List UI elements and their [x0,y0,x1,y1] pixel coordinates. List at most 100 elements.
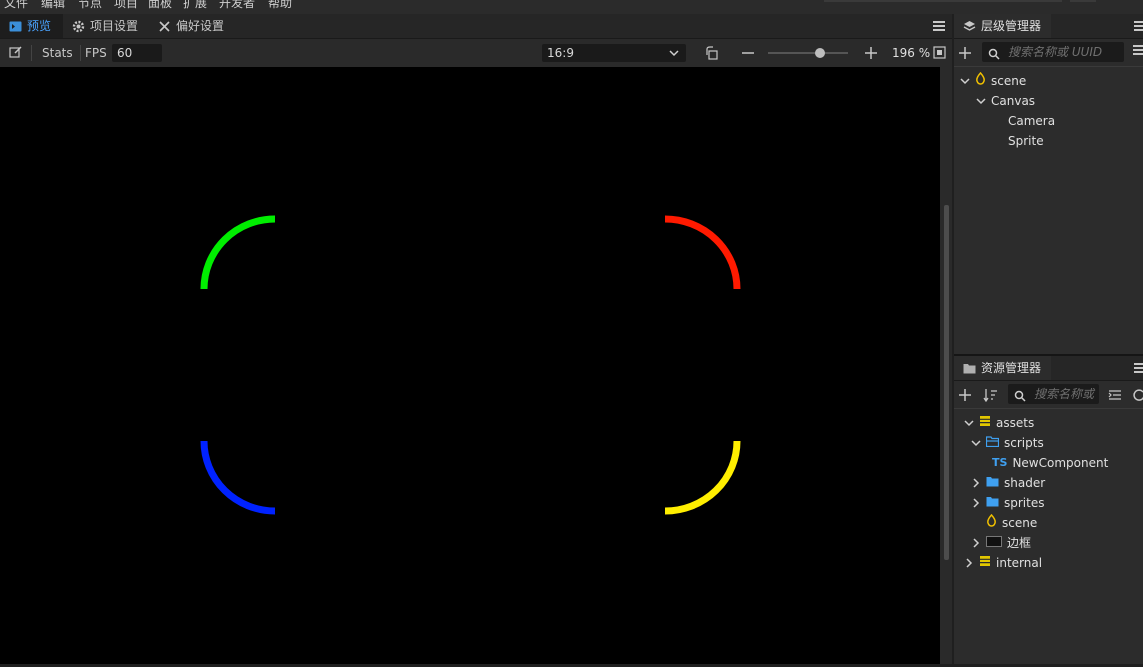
chevron-right-icon[interactable] [971,478,981,488]
zoom-value: 196 % [892,46,931,60]
preview-tab-bar: 预览 项目设置 偏好设置 [0,14,952,39]
zoom-in-icon[interactable] [864,46,878,63]
zoom-out-icon[interactable] [741,46,755,63]
fit-screen-icon[interactable] [933,46,946,62]
menu-help[interactable]: 帮助 [268,0,292,11]
menu-extension[interactable]: 扩展 [183,0,207,11]
add-asset-icon[interactable] [958,388,972,405]
database-icon [979,553,991,573]
image-asset-icon [986,533,1002,553]
toolbar-divider [80,45,81,61]
asset-node-assets[interactable]: assets [964,413,1034,433]
rainbow-border-sprite [200,215,741,515]
asset-node-border[interactable]: 边框 [971,533,1031,553]
asset-node-label: shader [1004,476,1046,490]
tree-node-label: scene [991,74,1027,88]
window-controls [824,0,1062,2]
tab-preview[interactable]: 预览 [0,14,63,38]
chevron-down-icon[interactable] [976,96,986,106]
asset-node-shader[interactable]: shader [971,473,1045,493]
asset-node-internal[interactable]: internal [964,553,1042,573]
asset-node-scripts[interactable]: scripts [971,433,1044,453]
hierarchy-options-icon[interactable] [1133,45,1143,55]
search-icon [988,46,1000,60]
aspect-ratio-select[interactable]: 16:9 [542,44,686,62]
asset-node-newcomponent[interactable]: TS NewComponent [992,453,1108,473]
aspect-ratio-value: 16:9 [547,46,574,60]
chevron-down-icon[interactable] [971,438,981,448]
chevron-right-icon[interactable] [971,538,981,548]
menu-file[interactable]: 文件 [4,0,28,11]
menu-edit[interactable]: 编辑 [41,0,65,11]
toolbar-divider [31,45,32,61]
zoom-slider-thumb[interactable] [815,48,825,58]
database-icon [979,413,991,433]
preview-viewport[interactable] [0,67,940,664]
tools-icon [157,19,171,33]
tree-node-sprite[interactable]: Sprite [1008,131,1044,151]
folder-icon [986,493,999,513]
viewport-scrollbar-thumb[interactable] [944,205,949,560]
tab-hierarchy[interactable]: 层级管理器 [954,14,1051,38]
refresh-icon[interactable] [1133,388,1143,405]
chevron-down-icon[interactable] [964,418,974,428]
asset-node-label: scripts [1004,436,1044,450]
asset-node-label: scene [1002,516,1038,530]
gear-icon [71,19,85,33]
rotate-icon[interactable] [705,46,719,63]
collapse-all-icon[interactable] [1108,388,1122,405]
asset-node-label: NewComponent [1012,456,1109,470]
layers-icon [962,19,976,33]
tree-node-label: Canvas [991,94,1036,108]
assets-search-input[interactable]: 搜索名称或 [1008,384,1099,404]
tab-preferences-label: 偏好设置 [176,19,225,33]
assets-tab-bar: 资源管理器 [954,356,1143,381]
tree-node-canvas[interactable]: Canvas [976,91,1035,111]
zoom-slider-track[interactable] [768,52,848,54]
menu-panel[interactable]: 面板 [148,0,172,11]
hierarchy-title: 层级管理器 [981,19,1042,33]
stats-toggle[interactable]: Stats [42,39,73,67]
scene-icon [975,71,986,91]
tree-node-camera[interactable]: Camera [1008,111,1055,131]
assets-title: 资源管理器 [981,361,1042,375]
tab-preview-label: 预览 [27,19,52,33]
preview-icon [8,19,22,33]
tree-node-label: Sprite [1008,134,1044,148]
assets-search-placeholder: 搜索名称或 [1034,387,1095,401]
folder-icon [986,473,999,493]
asset-node-label: assets [996,416,1035,430]
menu-project[interactable]: 项目 [114,0,138,11]
hierarchy-search-input[interactable]: 搜索名称或 UUID [982,42,1124,62]
asset-node-sprites[interactable]: sprites [971,493,1044,513]
window-button[interactable] [1070,0,1096,2]
hierarchy-menu-icon[interactable] [1134,21,1143,31]
preview-panel-menu-icon[interactable] [933,21,945,31]
add-node-icon[interactable] [958,46,972,63]
tree-node-label: Camera [1008,114,1056,128]
asset-node-label: 边框 [1007,536,1032,550]
menu-node[interactable]: 节点 [78,0,102,11]
asset-node-scene[interactable]: scene [986,513,1037,533]
edit-icon[interactable] [9,46,22,62]
tab-preferences[interactable]: 偏好设置 [149,14,237,38]
preview-toolbar: Stats FPS 60 16:9 196 % [0,39,952,67]
asset-node-label: sprites [1004,496,1045,510]
sort-icon[interactable] [983,388,999,405]
menu-developer[interactable]: 开发者 [219,0,255,11]
hierarchy-panel [954,14,1143,354]
fps-input[interactable]: 60 [112,44,162,62]
hierarchy-search-placeholder: 搜索名称或 UUID [1008,45,1103,59]
tree-node-scene[interactable]: scene [960,71,1026,91]
menu-bar: 文件 编辑 节点 项目 面板 扩展 开发者 帮助 [0,0,1143,14]
tab-project-settings[interactable]: 项目设置 [63,14,149,38]
asset-node-label: internal [996,556,1043,570]
chevron-right-icon[interactable] [971,498,981,508]
assets-menu-icon[interactable] [1134,363,1143,373]
tab-assets[interactable]: 资源管理器 [954,356,1051,380]
fps-label: FPS [85,46,107,60]
chevron-down-icon[interactable] [960,76,970,86]
chevron-right-icon[interactable] [964,558,974,568]
folder-open-icon [985,433,1000,453]
folder-icon [962,361,976,375]
